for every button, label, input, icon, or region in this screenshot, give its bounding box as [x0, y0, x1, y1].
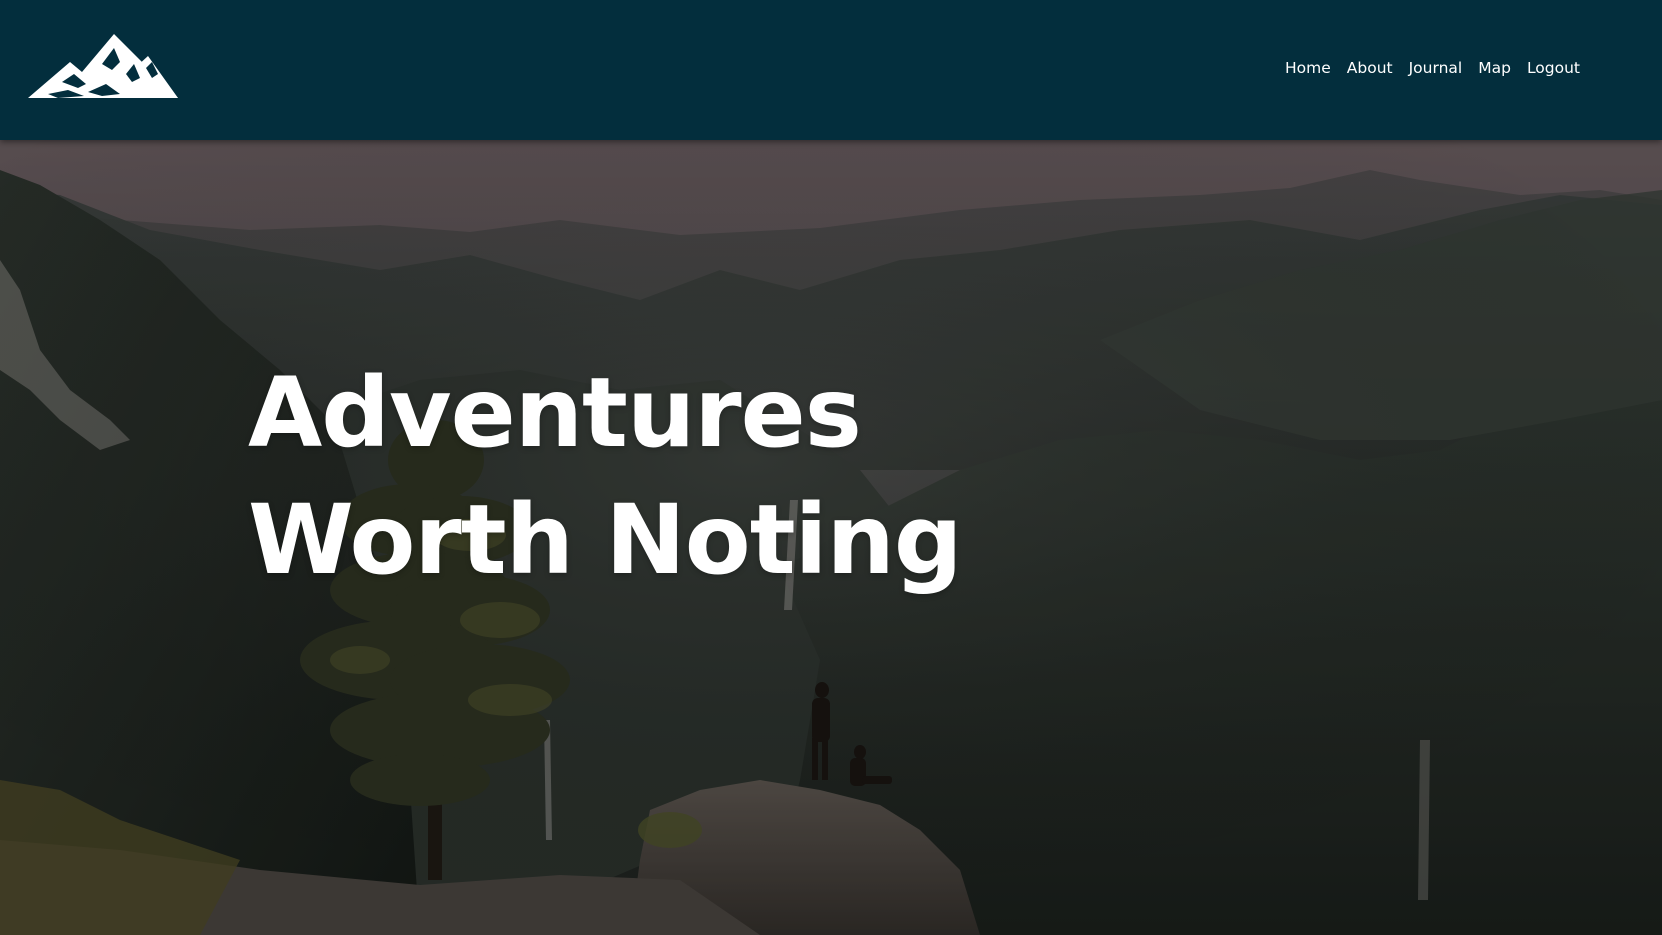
nav-logout-link[interactable]: Logout: [1527, 58, 1580, 78]
hero-title: Adventures Worth Noting: [248, 357, 963, 596]
main-nav: Home About Journal Map Logout: [1285, 58, 1596, 78]
nav-map-link[interactable]: Map: [1478, 58, 1511, 78]
hero-section: Adventures Worth Noting: [0, 140, 1662, 935]
top-navbar: Home About Journal Map Logout: [0, 0, 1662, 140]
nav-home-link[interactable]: Home: [1285, 58, 1331, 78]
nav-journal-link[interactable]: Journal: [1409, 58, 1463, 78]
mountain-logo-icon[interactable]: [28, 34, 178, 100]
nav-about-link[interactable]: About: [1347, 58, 1393, 78]
